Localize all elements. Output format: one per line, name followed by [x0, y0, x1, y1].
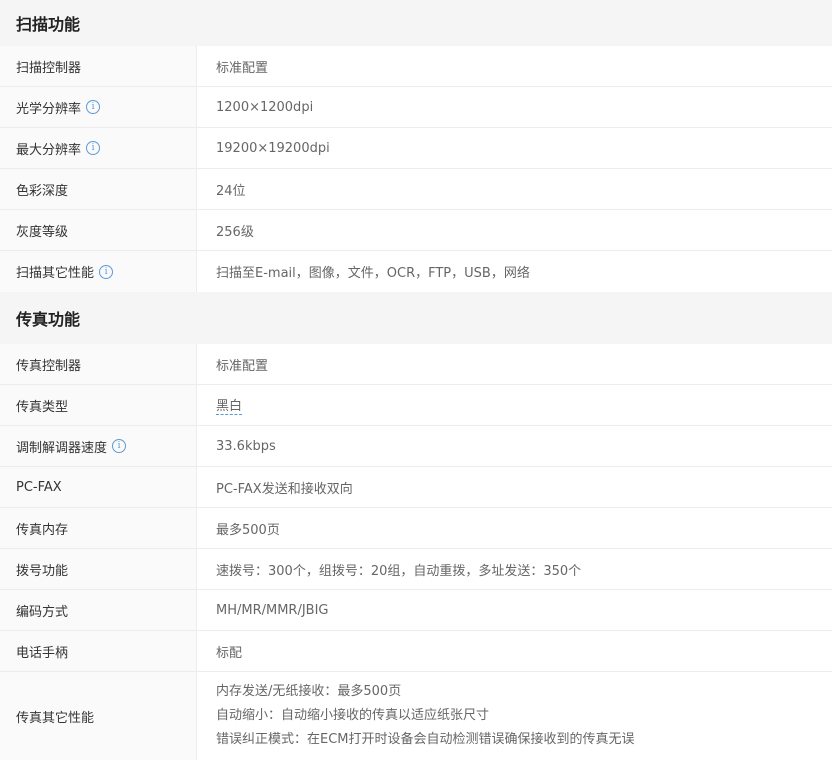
spec-value: 标配 [216, 645, 243, 661]
spec-row: 传真类型 黑白 [0, 385, 832, 426]
spec-row: 光学分辨率 i 1200×1200dpi [0, 87, 832, 128]
spec-label: 光学分辨率 i [0, 87, 197, 127]
spec-value: 速拨号：300个，组拨号：20组，自动重拨，多址发送：350个 [216, 563, 582, 579]
spec-table: 扫描功能 扫描控制器 标准配置 光学分辨率 i 1200×1200dpi 最大分辨… [0, 0, 832, 760]
spec-row: 扫描其它性能 i 扫描至E-mail，图像，文件，OCR，FTP，USB，网络 [0, 251, 832, 292]
spec-value-line: 错误纠正模式：在ECM打开时设备会自动检测错误确保接收到的传真无误 [216, 732, 635, 747]
spec-value: 黑白 [197, 385, 832, 425]
spec-label: 传真类型 [0, 385, 197, 425]
spec-label: 调制解调器速度 i [0, 426, 197, 466]
spec-label: 扫描其它性能 i [0, 251, 197, 292]
spec-value-line: 自动缩小：自动缩小接收的传真以适应纸张尺寸 [216, 708, 490, 723]
spec-row: 拨号功能 速拨号：300个，组拨号：20组，自动重拨，多址发送：350个 [0, 549, 832, 590]
spec-label: 色彩深度 [0, 169, 197, 209]
spec-row: 传真内存 最多500页 [0, 508, 832, 549]
spec-value: PC-FAX发送和接收双向 [216, 481, 353, 497]
spec-row: 灰度等级 256级 [0, 210, 832, 251]
spec-value: 19200×19200dpi [216, 140, 330, 156]
spec-value: 标准配置 [216, 60, 269, 76]
fax-type-link[interactable]: 黑白 [216, 395, 243, 415]
section-title: 传真功能 [16, 310, 81, 329]
spec-row: 调制解调器速度 i 33.6kbps [0, 426, 832, 467]
spec-label: PC-FAX [0, 467, 197, 507]
spec-value: 24位 [216, 183, 246, 199]
spec-row: 传真控制器 标准配置 [0, 344, 832, 385]
info-icon[interactable]: i [86, 141, 101, 155]
section-title: 扫描功能 [16, 15, 81, 34]
spec-label: 传真其它性能 [0, 672, 197, 760]
spec-row: 色彩深度 24位 [0, 169, 832, 210]
spec-value: 标准配置 [216, 358, 269, 374]
spec-value: MH/MR/MMR/JBIG [216, 602, 329, 618]
spec-value: 33.6kbps [216, 438, 276, 454]
section-header-fax: 传真功能 [0, 292, 832, 344]
spec-value: 最多500页 [216, 522, 280, 538]
spec-value-line: 内存发送/无纸接收：最多500页 [216, 684, 402, 699]
spec-label: 传真内存 [0, 508, 197, 548]
spec-row: 传真其它性能 内存发送/无纸接收：最多500页 自动缩小：自动缩小接收的传真以适… [0, 672, 832, 760]
spec-row: 扫描控制器 标准配置 [0, 46, 832, 87]
info-icon[interactable]: i [86, 100, 101, 114]
spec-row: 电话手柄 标配 [0, 631, 832, 672]
spec-value: 内存发送/无纸接收：最多500页 自动缩小：自动缩小接收的传真以适应纸张尺寸 错… [197, 672, 832, 760]
spec-value: 扫描至E-mail，图像，文件，OCR，FTP，USB，网络 [216, 266, 530, 281]
info-icon[interactable]: i [99, 264, 114, 279]
spec-label: 拨号功能 [0, 549, 197, 589]
spec-label: 灰度等级 [0, 210, 197, 250]
spec-row: 编码方式 MH/MR/MMR/JBIG [0, 590, 832, 631]
section-header-scan: 扫描功能 [0, 0, 832, 46]
spec-label: 编码方式 [0, 590, 197, 630]
info-icon[interactable]: i [112, 439, 127, 453]
spec-value: 1200×1200dpi [216, 99, 314, 115]
spec-row: 最大分辨率 i 19200×19200dpi [0, 128, 832, 169]
spec-row: PC-FAX PC-FAX发送和接收双向 [0, 467, 832, 508]
spec-label: 电话手柄 [0, 631, 197, 671]
spec-value: 256级 [216, 224, 254, 240]
spec-label: 传真控制器 [0, 344, 197, 384]
spec-label: 最大分辨率 i [0, 128, 197, 168]
spec-label: 扫描控制器 [0, 46, 197, 86]
